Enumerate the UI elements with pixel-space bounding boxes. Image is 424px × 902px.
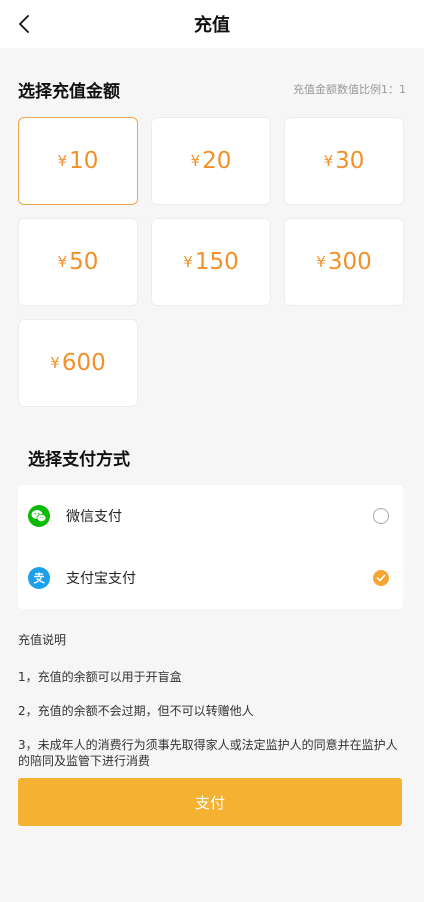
radio-checked[interactable] <box>373 570 389 586</box>
currency-symbol: ¥ <box>190 152 201 170</box>
amount-option-600[interactable]: ¥ 600 <box>18 319 138 407</box>
back-button[interactable] <box>12 10 36 38</box>
pay-button[interactable]: 支付 <box>18 778 402 826</box>
ratio-note: 充值金额数值比例1：1 <box>293 83 406 96</box>
currency-symbol: ¥ <box>57 253 68 271</box>
amount-option-150[interactable]: ¥ 150 <box>151 218 271 306</box>
currency-symbol: ¥ <box>323 152 334 170</box>
currency-symbol: ¥ <box>50 354 60 372</box>
currency-symbol: ¥ <box>57 152 68 170</box>
recharge-notes: 充值说明 1，充值的余额可以用于开盲盒 2，充值的余额不会过期，但不可以转赠他人… <box>0 631 424 769</box>
amount-option-10[interactable]: ¥ 10 <box>18 117 138 205</box>
payment-method-wechat[interactable]: 微信支付 <box>18 485 403 547</box>
wechat-icon <box>28 505 50 527</box>
amount-section-header: 选择充值金额 充值金额数值比例1：1 <box>0 78 424 102</box>
payment-section-title: 选择支付方式 <box>28 450 130 470</box>
note-item: 2，充值的余额不会过期，但不可以转赠他人 <box>18 704 254 718</box>
payment-method-alipay[interactable]: 支付宝支付 <box>18 547 403 609</box>
radio-unchecked[interactable] <box>373 508 389 524</box>
amount-value: 300 <box>327 249 372 275</box>
amount-value: 600 <box>61 350 106 376</box>
amount-option-30[interactable]: ¥ 30 <box>284 117 404 205</box>
payment-method-label: 微信支付 <box>66 509 122 525</box>
alipay-icon <box>28 567 50 589</box>
checkmark-icon <box>376 574 386 582</box>
currency-symbol: ¥ <box>316 253 326 271</box>
notes-title: 充值说明 <box>18 633 67 647</box>
page-title: 充值 <box>194 15 230 36</box>
amount-option-300[interactable]: ¥ 300 <box>284 218 404 306</box>
amount-value: 20 <box>202 148 232 174</box>
amount-value: 30 <box>335 148 365 174</box>
amount-section-title: 选择充值金额 <box>18 81 120 102</box>
chevron-left-icon <box>19 15 29 33</box>
amount-value: 150 <box>194 249 239 275</box>
amount-value: 50 <box>69 249 99 275</box>
amount-value: 10 <box>69 148 99 174</box>
amount-options-grid: ¥ 10 ¥ 20 ¥ 30 ¥ 50 ¥ 150 ¥ 300 ¥ 600 <box>0 117 424 407</box>
payment-method-label: 支付宝支付 <box>66 571 136 587</box>
note-item: 3，未成年人的消费行为须事先取得家人或法定监护人的同意并在监护人的陪同及监管下进… <box>18 738 398 768</box>
currency-symbol: ¥ <box>183 253 193 271</box>
top-nav-bar: 充值 <box>0 0 424 48</box>
amount-option-20[interactable]: ¥ 20 <box>151 117 271 205</box>
amount-option-50[interactable]: ¥ 50 <box>18 218 138 306</box>
note-item: 1，充值的余额可以用于开盲盒 <box>18 670 182 684</box>
payment-methods-list: 微信支付 支付宝支付 <box>18 485 403 609</box>
